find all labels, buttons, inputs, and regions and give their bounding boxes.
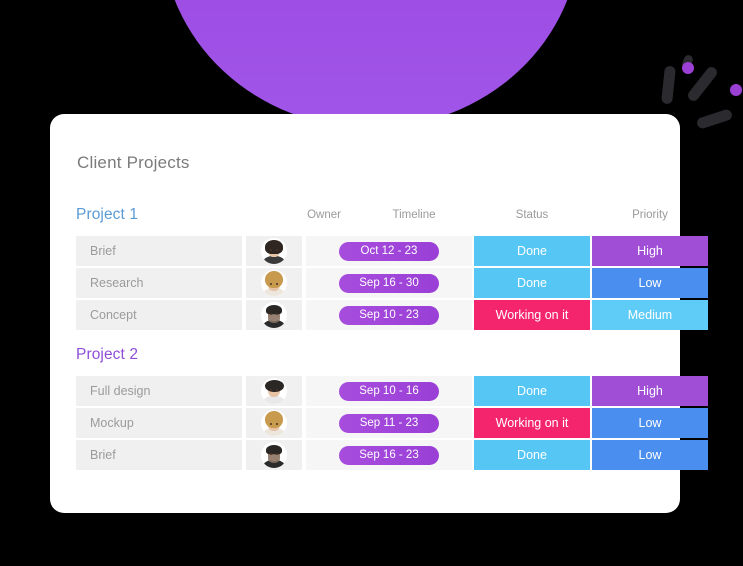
table-row[interactable]: Research Sep 16 - 30 Done Low	[76, 268, 708, 298]
owner-cell[interactable]	[246, 440, 302, 470]
task-name-cell[interactable]: Full design	[76, 376, 242, 406]
avatar-blonde-woman	[261, 410, 287, 436]
timeline-cell[interactable]: Oct 12 - 23	[306, 236, 472, 266]
timeline-pill: Sep 16 - 30	[339, 273, 439, 293]
status-badge[interactable]: Done	[474, 440, 590, 470]
timeline-cell[interactable]: Sep 16 - 30	[306, 268, 472, 298]
timeline-pill: Sep 10 - 16	[339, 381, 439, 401]
status-badge[interactable]: Working on it	[474, 300, 590, 330]
timeline-pill: Sep 11 - 23	[339, 413, 439, 433]
priority-badge[interactable]: High	[592, 376, 708, 406]
project-group-2: Project 2 Full design Sep 10 - 16 Done H…	[76, 346, 708, 472]
avatar-bearded-man	[261, 302, 287, 328]
project-group-1: Project 1 Owner Timeline Status Priority…	[76, 206, 708, 332]
screenshot-stage: Client Projects Project 1 Owner Timeline…	[0, 0, 743, 566]
group-rows: Full design Sep 10 - 16 Done High Mockup	[76, 376, 708, 470]
purple-dome-decoration	[162, 0, 580, 128]
column-header-priority: Priority	[632, 209, 668, 221]
owner-cell[interactable]	[246, 408, 302, 438]
task-name-cell[interactable]: Concept	[76, 300, 242, 330]
group-header: Project 2	[76, 346, 660, 376]
timeline-cell[interactable]: Sep 16 - 23	[306, 440, 472, 470]
group-header: Project 1 Owner Timeline Status Priority	[76, 206, 668, 236]
priority-badge[interactable]: Low	[592, 440, 708, 470]
status-badge[interactable]: Done	[474, 268, 590, 298]
owner-cell[interactable]	[246, 236, 302, 266]
timeline-cell[interactable]: Sep 10 - 16	[306, 376, 472, 406]
priority-badge[interactable]: Medium	[592, 300, 708, 330]
client-projects-card: Client Projects Project 1 Owner Timeline…	[50, 114, 708, 513]
group-title-project-1[interactable]: Project 1	[76, 206, 138, 224]
group-title-project-2[interactable]: Project 2	[76, 346, 138, 364]
avatar-blonde-woman	[261, 270, 287, 296]
priority-badge[interactable]: High	[592, 236, 708, 266]
page-title: Client Projects	[77, 153, 190, 172]
deco-bar-1	[661, 65, 676, 105]
deco-dot-2	[730, 84, 742, 96]
avatar-dark-haired-woman	[261, 238, 287, 264]
owner-cell[interactable]	[246, 376, 302, 406]
task-name-cell[interactable]: Brief	[76, 236, 242, 266]
column-header-owner: Owner	[307, 209, 341, 221]
timeline-pill: Oct 12 - 23	[339, 241, 439, 261]
status-badge[interactable]: Working on it	[474, 408, 590, 438]
table-row[interactable]: Concept Sep 10 - 23 Working on it Medium	[76, 300, 708, 330]
status-badge[interactable]: Done	[474, 236, 590, 266]
table-row[interactable]: Mockup Sep 11 - 23 Working on it Low	[76, 408, 708, 438]
column-header-timeline: Timeline	[392, 209, 436, 221]
avatar-bearded-man	[261, 442, 287, 468]
task-name-cell[interactable]: Brief	[76, 440, 242, 470]
priority-badge[interactable]: Low	[592, 268, 708, 298]
priority-badge[interactable]: Low	[592, 408, 708, 438]
timeline-cell[interactable]: Sep 11 - 23	[306, 408, 472, 438]
table-row[interactable]: Brief Sep 16 - 23 Done Low	[76, 440, 708, 470]
timeline-cell[interactable]: Sep 10 - 23	[306, 300, 472, 330]
task-name-cell[interactable]: Research	[76, 268, 242, 298]
owner-cell[interactable]	[246, 268, 302, 298]
owner-cell[interactable]	[246, 300, 302, 330]
table-row[interactable]: Full design Sep 10 - 16 Done High	[76, 376, 708, 406]
group-rows: Brief Oct 12 - 23 Done High Research Sep…	[76, 236, 708, 330]
deco-dot-1	[682, 62, 694, 74]
deco-bar-3	[695, 108, 734, 130]
table-row[interactable]: Brief Oct 12 - 23 Done High	[76, 236, 708, 266]
timeline-pill: Sep 10 - 23	[339, 305, 439, 325]
status-badge[interactable]: Done	[474, 376, 590, 406]
column-header-status: Status	[515, 209, 549, 221]
task-name-cell[interactable]: Mockup	[76, 408, 242, 438]
timeline-pill: Sep 16 - 23	[339, 445, 439, 465]
avatar-curly-haired-person	[261, 378, 287, 404]
